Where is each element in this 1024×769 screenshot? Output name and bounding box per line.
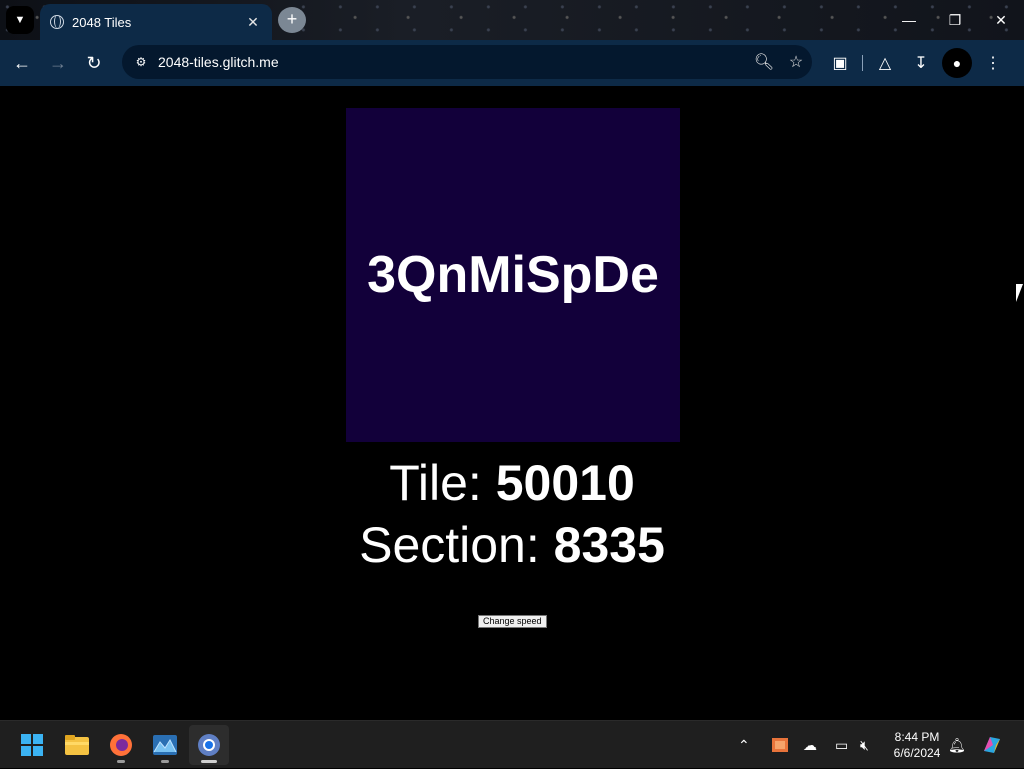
display-icon[interactable]: ▭ <box>835 721 848 769</box>
windows-start-icon[interactable] <box>12 725 52 765</box>
globe-icon <box>50 15 64 29</box>
section-value: 8335 <box>553 517 665 573</box>
reload-icon[interactable]: ↻ <box>76 45 112 81</box>
address-bar[interactable]: ⚙ 2048-tiles.glitch.me 🔍︎ ☆ <box>122 45 812 79</box>
tray-app-icon[interactable] <box>771 721 789 769</box>
chevron-down-icon: ▼ <box>14 14 26 26</box>
volume-muted-icon[interactable]: 🔇︎ <box>860 721 869 769</box>
copilot-icon[interactable] <box>980 721 1004 769</box>
new-tab-button[interactable]: + <box>278 7 306 33</box>
tile-counter: Tile: 50010 <box>0 454 1024 512</box>
more-menu-icon[interactable]: ⋮ <box>975 45 1011 81</box>
close-tab-icon[interactable]: ✕ <box>244 14 262 31</box>
browser-toolbar: ← → ↻ ⚙ 2048-tiles.glitch.me 🔍︎ ☆ ▣ △ ↧ … <box>0 40 1024 86</box>
running-indicator <box>201 760 217 763</box>
tile-square: 3QnMiSpDe <box>346 108 680 442</box>
forward-arrow-icon[interactable]: → <box>40 45 76 81</box>
clock-time: 8:44 PM <box>894 730 940 744</box>
windows-taskbar: ⌃ ☁ ▭ 🔇︎ 8:44 PM 6/6/2024 🔔︎ <box>0 720 1024 768</box>
download-icon[interactable]: ↧ <box>903 45 939 81</box>
profile-avatar-icon[interactable]: ● <box>942 48 972 78</box>
section-label: Section: <box>359 517 554 573</box>
zoom-icon[interactable]: 🔍︎ <box>748 52 780 72</box>
section-counter: Section: 8335 <box>0 516 1024 574</box>
bookmark-star-icon[interactable]: ☆ <box>780 52 812 72</box>
photos-app-icon[interactable] <box>145 725 185 765</box>
notification-bell-icon[interactable]: 🔔︎ <box>948 721 966 769</box>
browser-title-bar: ▼ 2048 Tiles ✕ + — ❐ ✕ <box>0 0 1024 40</box>
tab-2048-tiles[interactable]: 2048 Tiles ✕ <box>40 4 272 40</box>
tab-title: 2048 Tiles <box>72 14 132 30</box>
page-content: 3QnMiSpDe Tile: 50010 Section: 8335 Chan… <box>0 86 1024 720</box>
firefox-icon[interactable] <box>101 725 141 765</box>
clock-date: 6/6/2024 <box>893 746 941 760</box>
tile-text: 3QnMiSpDe <box>367 246 659 304</box>
extensions-icon[interactable]: ▣ <box>822 45 858 81</box>
show-hidden-icons-chevron-icon[interactable]: ⌃ <box>738 721 750 769</box>
site-info-icon[interactable]: ⚙ <box>130 51 152 73</box>
running-indicator <box>117 760 125 763</box>
close-window-icon[interactable]: ✕ <box>978 0 1024 40</box>
running-indicator <box>161 760 169 763</box>
tile-label: Tile: <box>389 455 496 511</box>
url-text[interactable]: 2048-tiles.glitch.me <box>158 54 748 70</box>
toolbar-divider <box>862 55 863 71</box>
mouse-cursor-icon <box>1016 284 1023 302</box>
chrome-icon[interactable] <box>189 725 229 765</box>
restore-icon[interactable]: ❐ <box>932 0 978 40</box>
tile-value: 50010 <box>495 455 635 511</box>
minimize-icon[interactable]: — <box>886 0 932 40</box>
tab-search-button[interactable]: ▼ <box>6 6 34 34</box>
change-speed-button[interactable]: Change speed <box>478 615 547 628</box>
file-explorer-icon[interactable] <box>57 725 97 765</box>
system-clock[interactable]: 8:44 PM 6/6/2024 <box>888 729 946 761</box>
onedrive-offline-icon[interactable]: ☁ <box>803 721 817 769</box>
back-arrow-icon[interactable]: ← <box>4 45 40 81</box>
labs-flask-icon[interactable]: △ <box>867 45 903 81</box>
